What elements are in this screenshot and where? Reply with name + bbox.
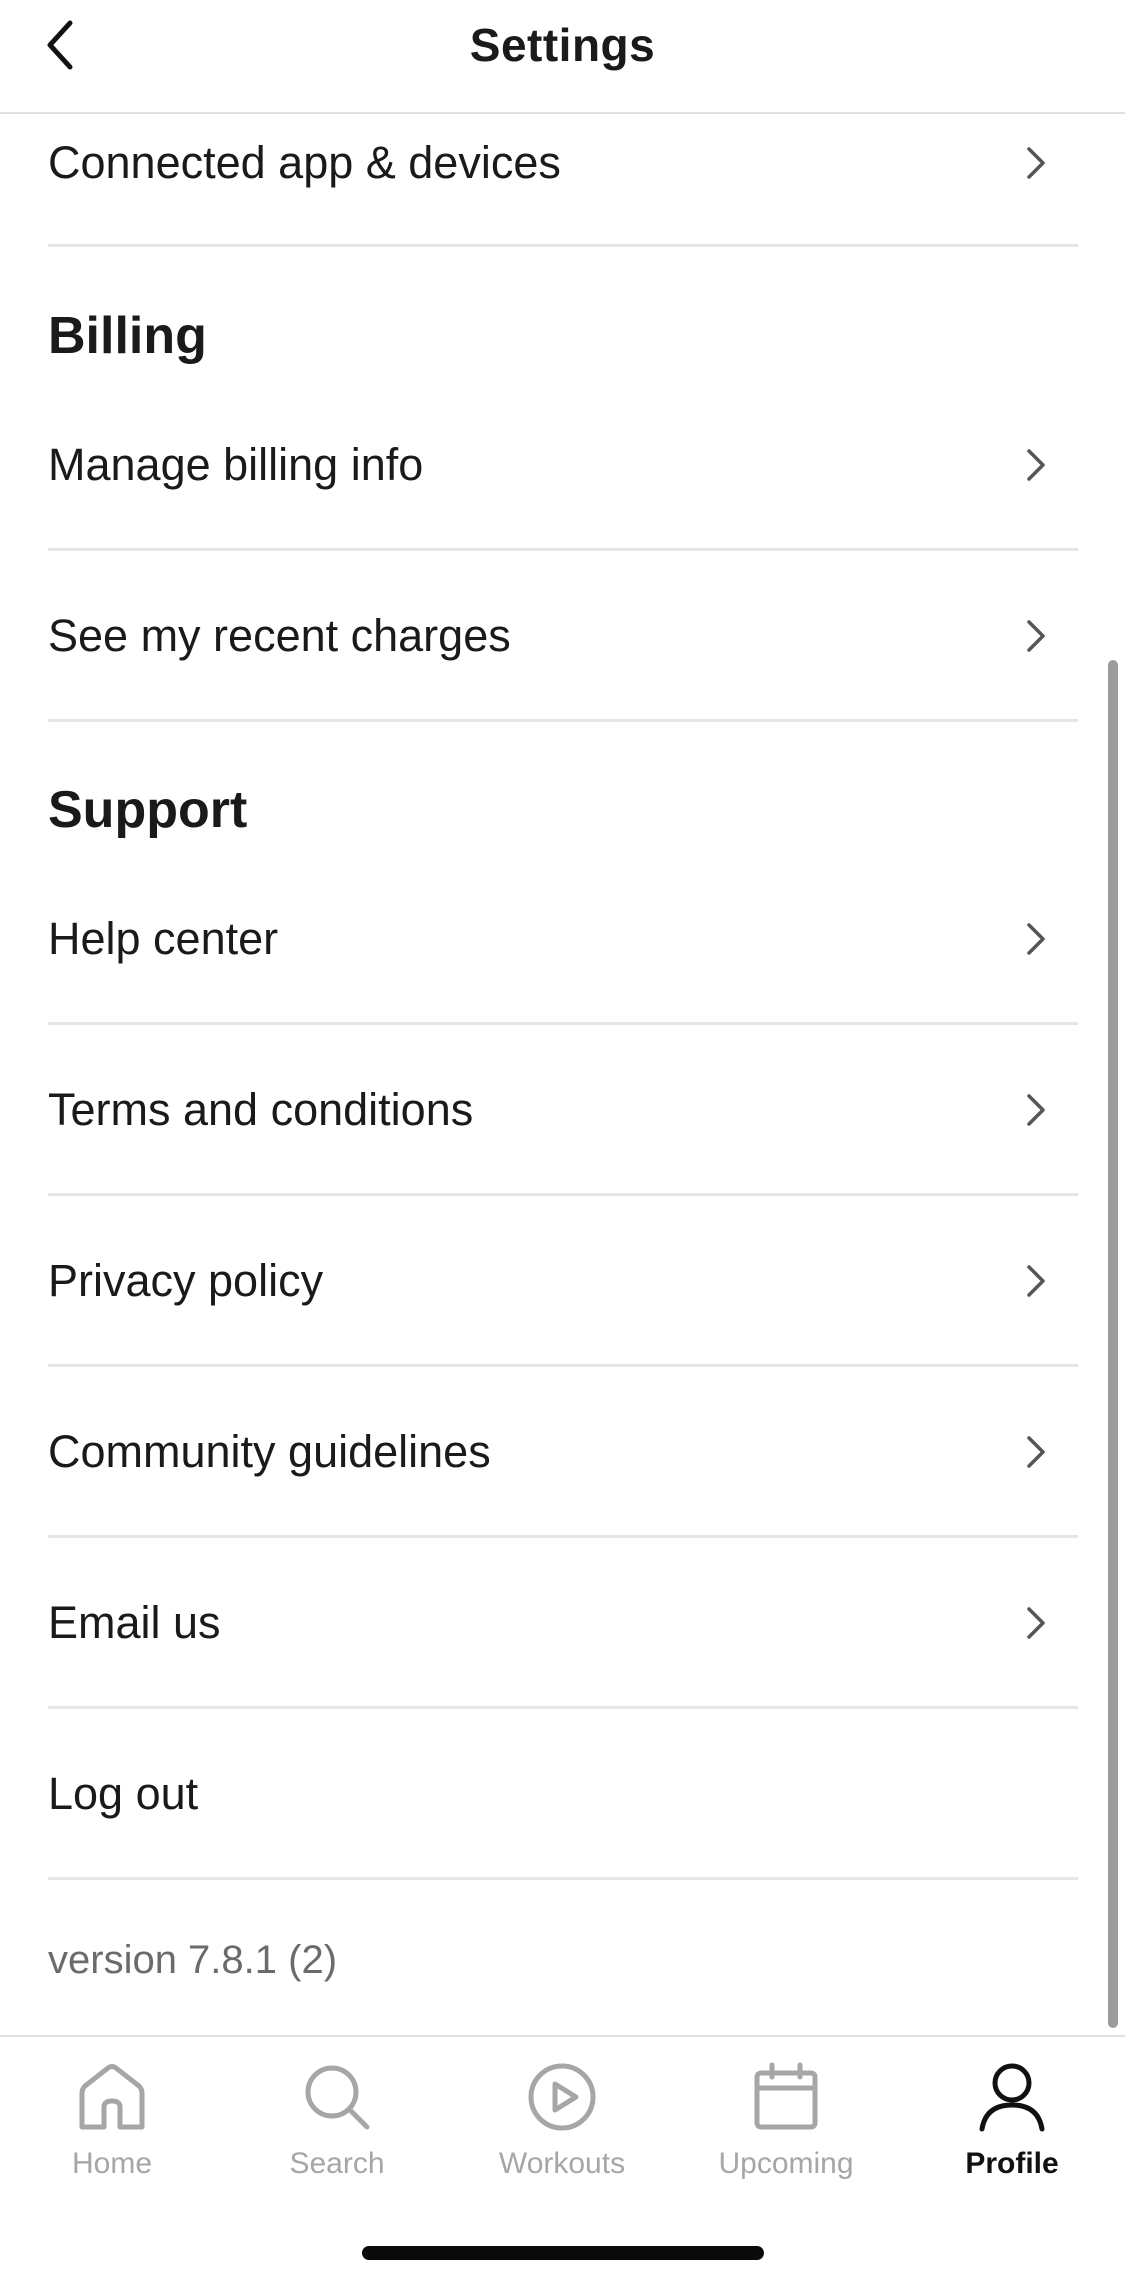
tab-upcoming[interactable]: Upcoming xyxy=(686,2061,886,2211)
chevron-right-icon xyxy=(1027,147,1045,179)
chevron-right-icon xyxy=(1027,1265,1045,1297)
logout-button[interactable]: Log out xyxy=(48,1709,1078,1879)
home-indicator xyxy=(362,2246,764,2260)
play-circle-icon xyxy=(528,2063,596,2131)
divider xyxy=(48,1877,1078,1880)
settings-item-email-us[interactable]: Email us xyxy=(48,1538,1078,1708)
scrollbar[interactable] xyxy=(1108,660,1118,2028)
settings-item-manage-billing[interactable]: Manage billing info xyxy=(48,380,1078,550)
settings-item-connected-devices[interactable]: Connected app & devices xyxy=(48,78,1078,248)
chevron-right-icon xyxy=(1027,620,1045,652)
section-title-support: Support xyxy=(48,781,248,839)
chevron-right-icon xyxy=(1027,1436,1045,1468)
settings-item-label: Help center xyxy=(48,913,279,964)
chevron-right-icon xyxy=(1027,923,1045,955)
settings-item-privacy[interactable]: Privacy policy xyxy=(48,1196,1078,1366)
tab-label: Workouts xyxy=(498,2147,626,2180)
settings-item-label: Connected app & devices xyxy=(48,137,561,188)
tab-label: Upcoming xyxy=(718,2147,854,2180)
divider xyxy=(48,719,1078,722)
chevron-right-icon xyxy=(1027,449,1045,481)
settings-item-label: Email us xyxy=(48,1597,221,1648)
tab-label: Profile xyxy=(965,2147,1059,2180)
chevron-right-icon xyxy=(1027,1607,1045,1639)
calendar-icon xyxy=(754,2062,818,2130)
divider xyxy=(48,244,1078,247)
settings-item-label: Privacy policy xyxy=(48,1255,324,1306)
tab-label: Home xyxy=(71,2147,153,2180)
app-version: version 7.8.1 (2) xyxy=(48,1938,338,1982)
settings-item-terms[interactable]: Terms and conditions xyxy=(48,1025,1078,1195)
settings-item-help-center[interactable]: Help center xyxy=(48,854,1078,1024)
home-icon xyxy=(79,2064,145,2130)
tab-search[interactable]: Search xyxy=(237,2061,437,2211)
section-title-billing: Billing xyxy=(48,307,207,365)
settings-item-label: Manage billing info xyxy=(48,439,424,490)
tab-label: Search xyxy=(289,2147,385,2180)
profile-icon xyxy=(979,2063,1045,2132)
tab-workouts[interactable]: Workouts xyxy=(462,2061,662,2211)
settings-item-label: Community guidelines xyxy=(48,1426,491,1477)
settings-item-recent-charges[interactable]: See my recent charges xyxy=(48,551,1078,721)
search-icon xyxy=(305,2065,370,2130)
logout-label: Log out xyxy=(48,1768,199,1819)
tab-home[interactable]: Home xyxy=(12,2061,212,2211)
settings-item-label: Terms and conditions xyxy=(48,1084,474,1135)
settings-item-community-guidelines[interactable]: Community guidelines xyxy=(48,1367,1078,1537)
tab-profile[interactable]: Profile xyxy=(912,2061,1112,2211)
chevron-right-icon xyxy=(1027,1094,1045,1126)
page-title: Settings xyxy=(469,19,656,71)
settings-item-label: See my recent charges xyxy=(48,610,511,661)
